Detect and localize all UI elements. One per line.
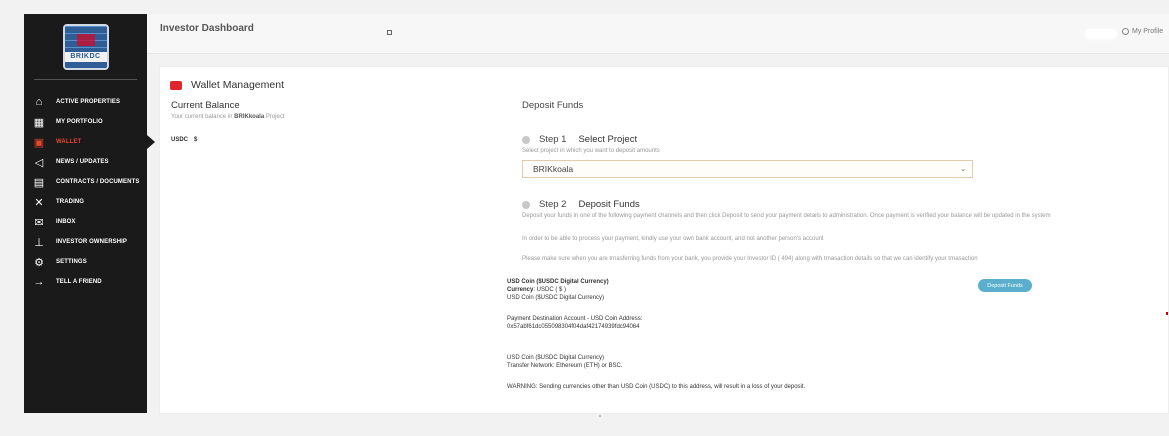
deposit-funds-button[interactable]: Deposit Funds [978,279,1032,292]
project-select-value: BRIKkoala [533,164,574,174]
brand-logo[interactable]: BRIKDC [62,23,109,70]
grid-icon: ▦ [33,116,45,129]
sidebar-item-label: INBOX [56,219,76,225]
topbar: Investor Dashboard My Profile [147,14,1169,54]
step-2-name: Deposit Funds [578,199,640,210]
trading-icon: ✕ [34,196,44,209]
logo-flag [76,33,95,46]
balance-sub-project: BRIKkoala [234,114,265,120]
step-2-bullet [522,200,530,209]
wallet-icon [170,80,182,90]
inbox-icon: ✉ [34,216,44,229]
wallet-card: Wallet Management Current Balance Your c… [159,66,1169,414]
sidebar-item-label: ACTIVE PROPERTIES [56,99,121,105]
home-icon: ⌂ [35,96,43,108]
step-1-label: Step 1 [539,134,567,145]
document-icon: ▤ [33,176,45,189]
warning-text: WARNING: Sending currencies other than U… [507,384,806,390]
sidebar-item-label: SETTINGS [56,259,87,265]
destination-address: 0x57abf61dc055098304f04daf42174939fdc940… [507,324,640,330]
sidebar-item-settings[interactable]: ⚙ SETTINGS [24,252,147,272]
own-account-note: In order to be able to process your paym… [522,236,824,242]
currency-line: Currency: USDC ( $ ) [507,286,566,294]
step-2-hint: Deposit your funds in one of the followi… [522,213,1051,219]
square-icon[interactable] [387,30,392,35]
currency-value: : USDC ( $ ) [533,287,567,293]
edge-marker [1166,312,1168,315]
sidebar-item-my-portfolio[interactable]: ▦ MY PORTFOLIO [24,112,147,132]
sidebar-item-label: MY PORTFOLIO [56,119,103,125]
step-2: Step 2 Deposit Funds [522,199,640,210]
profile-label: My Profile [1132,28,1164,35]
scroll-indicator [599,415,601,417]
destination-label: Payment Destination Account - USD Coin A… [507,316,643,322]
user-name-blurred [1085,29,1117,39]
coin-title: USD Coin ($USDC Digital Currency) [507,278,609,286]
sidebar-item-contracts-documents[interactable]: ▤ CONTRACTS / DOCUMENTS [24,172,147,192]
megaphone-icon: ◁ [34,156,44,169]
sidebar-item-label: WALLET [56,139,82,145]
coin-line-2: USD Coin ($USDC Digital Currency) [507,355,605,361]
sidebar-item-active-properties[interactable]: ⌂ ACTIVE PROPERTIES [24,92,147,112]
sidebar: BRIKDC ⌂ ACTIVE PROPERTIES ▦ MY PORTFOLIO ▣ W… [24,14,155,413]
coin-title-text: USD Coin ($USDC Digital Currency) [507,279,609,285]
sidebar-item-tell-a-friend[interactable]: → TELL A FRIEND [24,272,147,292]
sidebar-item-label: NEWS / UPDATES [56,159,109,165]
logo-area: BRIKDC [34,14,137,80]
step-1-name: Select Project [578,134,638,145]
project-select[interactable]: BRIKkoala ⌄ [522,160,973,178]
step-1: Step 1 Select Project [522,134,637,145]
deposit-heading: Deposit Funds [522,100,584,111]
step-1-hint: Select project in which you want to depo… [522,148,660,154]
logo-text: BRIKDC [70,52,101,60]
balance-row: USDC $ [171,137,197,143]
balance-symbol: $ [194,137,198,143]
wallet-icon: ▣ [33,136,45,149]
sidebar-item-label: CONTRACTS / DOCUMENTS [56,179,140,185]
gear-icon: ⚙ [34,256,44,269]
my-profile-link[interactable]: My Profile [1122,28,1163,35]
wallet-title: Wallet Management [191,79,284,91]
user-icon [1122,28,1129,35]
sidebar-item-label: TRADING [56,199,85,205]
sidebar-item-trading[interactable]: ✕ TRADING [24,192,147,212]
sidebar-item-inbox[interactable]: ✉ INBOX [24,212,147,232]
sidebar-item-label: INVESTOR OWNERSHIP [56,239,128,245]
coin-line: USD Coin ($USDC Digital Currency) [507,295,605,301]
sidebar-item-label: TELL A FRIEND [56,279,102,285]
ownership-icon: ⊥ [34,236,44,249]
step-1-bullet [522,135,530,144]
currency-label: Currency [507,287,534,293]
balance-sub-suffix: Project [264,114,285,120]
page: BRIKDC ⌂ ACTIVE PROPERTIES ▦ MY PORTFOLIO ▣ W… [0,0,1169,436]
page-title: Investor Dashboard [160,23,254,34]
transfer-network: Transfer Network: Ethereum (ETH) or BSC. [507,363,623,369]
sidebar-item-wallet[interactable]: ▣ WALLET [24,132,155,152]
sidebar-item-news-updates[interactable]: ◁ NEWS / UPDATES [24,152,147,172]
sidebar-item-investor-ownership[interactable]: ⊥ INVESTOR OWNERSHIP [24,232,147,252]
arrow-right-icon: → [33,276,45,288]
step-2-label: Step 2 [539,199,567,210]
chevron-down-icon: ⌄ [960,166,966,173]
balance-sub-prefix: Your current balance in [171,114,235,120]
current-balance-heading: Current Balance [171,100,240,111]
sidebar-nav: ⌂ ACTIVE PROPERTIES ▦ MY PORTFOLIO ▣ WALLET ◁ N… [24,92,155,292]
balance-currency: USDC [171,137,189,143]
balance-subtitle: Your current balance in BRIKkoala Projec… [171,114,285,120]
wallet-header: Wallet Management [170,79,284,91]
investor-id-note: Please make sure when you are trnasferri… [522,256,978,262]
